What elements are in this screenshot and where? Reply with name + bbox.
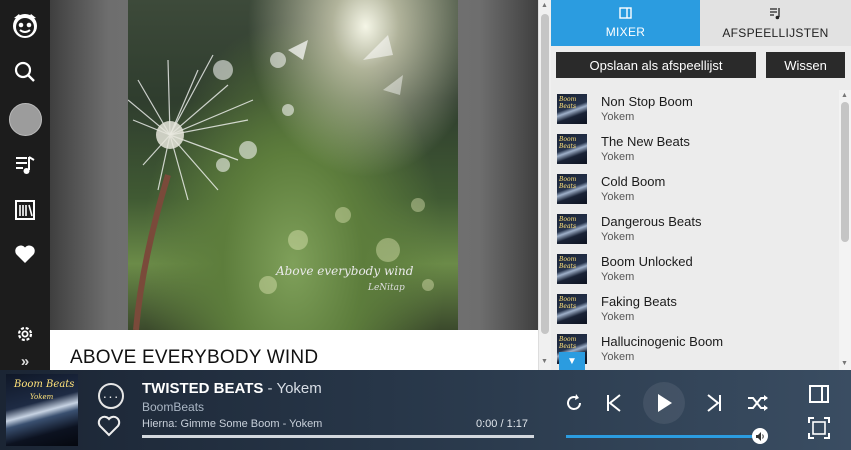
next-up-text: Hierna: Gimme Some Boom - Yokem	[142, 418, 323, 430]
track-artist: Yokem	[601, 191, 635, 203]
fullscreen-icon[interactable]	[808, 417, 830, 444]
track-title: Hallucinogenic Boom	[601, 334, 724, 349]
track-artist[interactable]: Yokem	[276, 380, 321, 397]
track-thumbnail: Boom Beats	[557, 214, 587, 244]
progress-bar[interactable]	[142, 435, 534, 438]
thumbnail-title: Boom Beats	[559, 216, 577, 230]
list-item[interactable]: Boom Beats Faking Beats Yokem	[551, 290, 839, 330]
thumbnail-title: Boom Beats	[559, 256, 577, 270]
track-artist: Yokem	[601, 351, 635, 363]
list-item[interactable]: Boom Beats The New Beats Yokem	[551, 130, 839, 170]
avatar-circle	[8, 102, 42, 136]
heart-outline-icon[interactable]	[97, 415, 121, 442]
heart-icon[interactable]	[0, 234, 50, 274]
scroll-up-arrow-icon[interactable]: ▲	[841, 92, 848, 99]
list-item[interactable]: Boom Beats Boom Unlocked Yokem	[551, 250, 839, 290]
tab-mixer[interactable]: MIXER	[551, 0, 700, 46]
tab-playlists-label: AFSPEELLIJSTEN	[722, 25, 829, 40]
thumbnail-title: Boom Beats	[559, 336, 577, 350]
track-artist: Yokem	[601, 151, 635, 163]
now-playing-title[interactable]: TWISTED BEATS - Yokem	[142, 380, 322, 397]
repeat-icon[interactable]	[561, 390, 587, 416]
album-title: ABOVE EVERYBODY WIND	[70, 347, 319, 368]
track-title: The New Beats	[601, 134, 690, 149]
scroll-down-arrow-icon[interactable]: ▼	[541, 358, 548, 365]
playback-time: 0:00 / 1:17	[476, 418, 528, 430]
clear-button[interactable]: Wissen	[766, 52, 845, 78]
playlist-icon	[769, 7, 782, 23]
chevron-down-icon[interactable]: ▼	[559, 352, 585, 370]
now-playing-cover[interactable]: Boom Beats Yokem	[6, 374, 78, 446]
next-track-icon[interactable]	[701, 390, 727, 416]
scroll-up-arrow-icon[interactable]: ▲	[541, 2, 548, 9]
thumbnail-title: Boom Beats	[559, 136, 577, 150]
track-artist: Yokem	[601, 271, 635, 283]
previous-track-icon[interactable]	[601, 390, 627, 416]
list-item[interactable]: Boom Beats Hallucinogenic Boom Yokem	[551, 330, 839, 370]
mixer-panel: MIXER AFSPEELLIJSTEN Opslaan als afspeel…	[551, 0, 851, 370]
list-item[interactable]: Boom Beats Cold Boom Yokem	[551, 170, 839, 210]
scrollbar-thumb[interactable]	[541, 14, 549, 334]
track-thumbnail: Boom Beats	[557, 294, 587, 324]
mixer-actions: Opslaan als afspeellijst Wissen	[551, 46, 851, 90]
album-art-caption: Above everybody wind	[276, 264, 414, 278]
track-artist: Yokem	[601, 231, 635, 243]
list-item[interactable]: Boom Beats Non Stop Boom Yokem	[551, 90, 839, 130]
volume-slider[interactable]	[566, 435, 756, 438]
gear-icon[interactable]	[0, 314, 50, 354]
thumbnail-title: Boom Beats	[559, 296, 577, 310]
album-view: Above everybody wind LeNitap ABOVE EVERY…	[50, 0, 538, 370]
music-note-icon[interactable]	[0, 146, 50, 186]
avatar[interactable]	[0, 99, 50, 139]
track-thumbnail: Boom Beats	[557, 94, 587, 124]
library-icon[interactable]	[0, 190, 50, 230]
album-art: Above everybody wind LeNitap	[128, 0, 458, 330]
album-view-scrollbar[interactable]: ▲ ▼	[538, 0, 551, 370]
cover-title: Boom Beats	[14, 379, 75, 390]
track-title: Dangerous Beats	[601, 214, 702, 229]
save-as-playlist-button[interactable]: Opslaan als afspeellijst	[556, 52, 756, 78]
volume-icon[interactable]	[752, 428, 768, 444]
track-thumbnail: Boom Beats	[557, 134, 587, 164]
tab-mixer-label: MIXER	[605, 25, 646, 39]
queue-scrollbar[interactable]: ▲ ▼	[839, 90, 851, 370]
scrollbar-thumb[interactable]	[841, 102, 849, 242]
title-separator: -	[263, 380, 277, 397]
cover-artist: Yokem	[30, 393, 54, 401]
track-title: Non Stop Boom	[601, 94, 693, 109]
panel-tabs: MIXER AFSPEELLIJSTEN	[551, 0, 851, 46]
sidebar: »	[0, 0, 50, 370]
album-art-signature: LeNitap	[368, 283, 405, 293]
thumbnail-title: Boom Beats	[559, 176, 577, 190]
thumbnail-title: Boom Beats	[559, 96, 577, 110]
track-artist: Yokem	[601, 311, 635, 323]
queue-panel-icon[interactable]	[808, 384, 830, 409]
mixer-icon	[619, 7, 632, 22]
list-item[interactable]: Boom Beats Dangerous Beats Yokem	[551, 210, 839, 250]
tab-playlists[interactable]: AFSPEELLIJSTEN	[700, 0, 851, 46]
now-playing-album[interactable]: BoomBeats	[142, 400, 204, 414]
search-icon[interactable]	[0, 52, 50, 92]
queue-list: Boom Beats Non Stop Boom Yokem Boom Beat…	[551, 90, 839, 370]
shuffle-icon[interactable]	[745, 390, 771, 416]
track-thumbnail: Boom Beats	[557, 254, 587, 284]
track-title: Cold Boom	[601, 174, 666, 189]
track-name: TWISTED BEATS	[142, 380, 264, 397]
scroll-down-arrow-icon[interactable]: ▼	[841, 360, 848, 367]
player-bar: Boom Beats Yokem ··· TWISTED BEATS - Yok…	[0, 370, 851, 450]
track-thumbnail: Boom Beats	[557, 174, 587, 204]
napster-logo-icon[interactable]	[0, 5, 50, 45]
chevron-double-right-icon[interactable]: »	[0, 352, 50, 370]
play-icon[interactable]	[643, 382, 685, 424]
more-options-icon[interactable]: ···	[98, 383, 124, 409]
track-artist: Yokem	[601, 111, 635, 123]
track-title: Faking Beats	[601, 294, 677, 309]
track-title: Boom Unlocked	[601, 254, 693, 269]
